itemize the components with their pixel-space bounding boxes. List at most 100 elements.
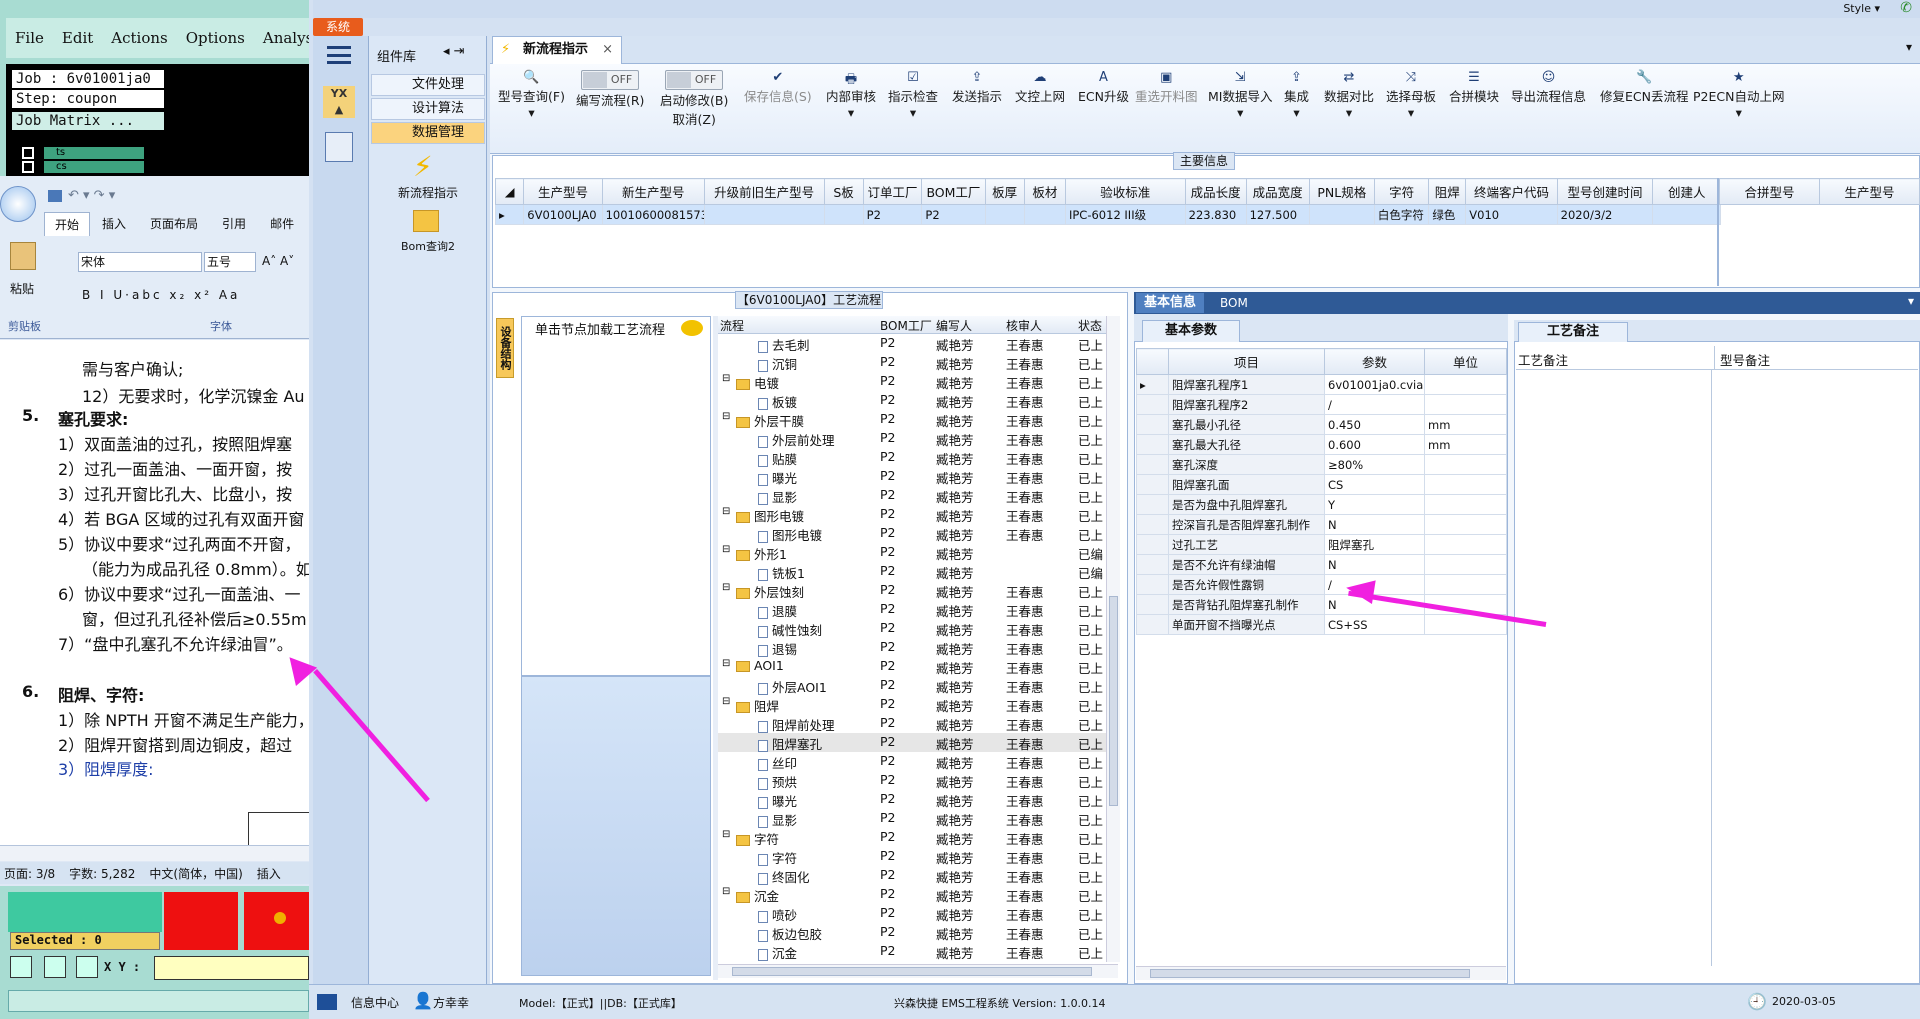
table-cell[interactable]: N — [1324, 554, 1425, 575]
layer-checkbox[interactable] — [22, 147, 34, 159]
integrate-button[interactable]: ⇪ 集成 ▾ — [1284, 70, 1309, 120]
column-header[interactable]: 型号创建时间 — [1556, 178, 1654, 205]
p2ecn-online-button[interactable]: ★ P2ECN自动上网 ▾ — [1693, 70, 1784, 120]
collapse-icon[interactable]: ⊟ — [722, 373, 730, 384]
tree-row[interactable]: AOI1 ⊟ P2 臧艳芳 王春惠 已上 — [718, 657, 1118, 676]
layer-checkbox[interactable] — [22, 161, 34, 173]
table-cell[interactable]: mm — [1424, 414, 1507, 435]
tab-dropdown-icon[interactable]: ▾ — [1906, 40, 1912, 54]
layer-ts[interactable]: ts — [44, 147, 144, 159]
column-header[interactable]: 单位 — [1424, 348, 1507, 375]
folder-icon[interactable] — [413, 210, 439, 232]
collapse-icon[interactable]: ⊟ — [722, 829, 730, 840]
tab-process-remark[interactable]: 工艺备注 — [1518, 322, 1629, 342]
paste-icon[interactable] — [10, 242, 36, 270]
collapse-icon[interactable]: ⊟ — [722, 506, 730, 517]
column-header[interactable]: 生产型号 — [523, 178, 603, 205]
tree-row[interactable]: 外形1 ⊟ P2 臧艳芳 已编 — [718, 543, 1118, 562]
column-header[interactable]: PNL规格 — [1308, 178, 1375, 205]
tree-row[interactable]: 字符 ⊟ P2 臧艳芳 王春惠 已上 — [718, 828, 1118, 847]
merge-col-header[interactable]: 合拼型号 — [1719, 178, 1820, 205]
menu-actions[interactable]: Actions — [102, 29, 176, 47]
tree-row[interactable]: 终固化 P2 臧艳芳 王春惠 已上 — [718, 866, 1118, 885]
tree-row[interactable]: 外层干膜 ⊟ P2 臧艳芳 王春惠 已上 — [718, 410, 1118, 429]
table-cell[interactable]: P2 — [921, 204, 986, 225]
write-flow-toggle[interactable]: OFF — [581, 70, 640, 90]
table-cell[interactable]: 是否背钻孔阻焊塞孔制作 — [1168, 594, 1325, 615]
tab-bom[interactable]: BOM — [1212, 293, 1256, 313]
tree-row[interactable]: 沉金 ⊟ P2 臧艳芳 王春惠 已上 — [718, 885, 1118, 904]
doc-online-button[interactable]: ☁ 文控上网 — [1015, 70, 1065, 105]
lib-item-file[interactable]: 文件处理 — [371, 74, 485, 96]
table-cell[interactable]: 塞孔最大孔径 — [1168, 434, 1325, 455]
save-info-button[interactable]: ✔ 保存信息(S) — [744, 70, 812, 105]
column-header[interactable]: 字符 — [1373, 178, 1430, 205]
column-header[interactable]: BOM工厂 — [921, 178, 986, 205]
table-cell[interactable]: P2 — [862, 204, 923, 225]
table-cell[interactable]: 6v01001ja0.cvia — [1324, 374, 1425, 395]
table-row[interactable]: 塞孔最小孔径 0.450 mm — [1136, 414, 1507, 435]
tree-row[interactable]: 显影 P2 臧艳芳 王春惠 已上 — [718, 486, 1118, 505]
load-process-button[interactable]: 单击节点加载工艺流程 — [523, 318, 709, 344]
collapse-icon[interactable]: ⊟ — [722, 411, 730, 422]
tree-row[interactable]: 退锡 P2 臧艳芳 王春惠 已上 — [718, 638, 1118, 657]
menu-file[interactable]: File — [6, 29, 53, 47]
basic-hscrollbar[interactable] — [1136, 966, 1506, 980]
col-status[interactable]: 状态 — [1078, 317, 1102, 334]
table-cell[interactable]: 单面开窗不挡曝光点 — [1168, 614, 1325, 635]
column-header[interactable]: 新生产型号 — [601, 178, 705, 205]
model-remark-textarea[interactable] — [1714, 370, 1918, 966]
table-cell[interactable]: 0.450 — [1324, 414, 1425, 435]
table-cell[interactable]: N — [1324, 514, 1425, 535]
merge-module-button[interactable]: ☰ 合拼模块 — [1449, 70, 1499, 105]
table-cell[interactable]: 阻焊塞孔程序2 — [1168, 394, 1325, 415]
table-cell[interactable]: 阻焊塞孔程序1 — [1168, 374, 1325, 395]
tree-row[interactable]: 沉铜 P2 臧艳芳 王春惠 已上 — [718, 353, 1118, 372]
table-cell[interactable]: 223.830 — [1184, 204, 1247, 225]
tree-row[interactable]: 板镀 P2 臧艳芳 王春惠 已上 — [718, 391, 1118, 410]
word-hscrollbar[interactable] — [0, 845, 309, 861]
font-name-select[interactable]: 宋体 — [78, 252, 202, 272]
menu-edit[interactable]: Edit — [53, 29, 102, 47]
color-swatch[interactable] — [8, 892, 162, 932]
table-cell[interactable]: 0.600 — [1324, 434, 1425, 455]
process-remark-textarea[interactable] — [1516, 370, 1712, 966]
table-row[interactable]: 是否为盘中孔阻焊塞孔 Y — [1136, 494, 1507, 515]
tab-references[interactable]: 引用 — [210, 212, 258, 236]
tree-hscrollbar[interactable] — [718, 964, 1118, 978]
tree-row[interactable]: 喷砂 P2 臧艳芳 王春惠 已上 — [718, 904, 1118, 923]
table-row[interactable]: ▸ 6V0100LJA0 10010600081573 P2 P2 IPC-6012 II… — [494, 204, 1721, 225]
col-model-remark[interactable]: 型号备注 — [1720, 350, 1770, 369]
tree-row[interactable]: 外层蚀刻 ⊟ P2 臧艳芳 王春惠 已上 — [718, 581, 1118, 600]
info-center-icon[interactable] — [317, 994, 337, 1010]
tree-row[interactable]: 碱性蚀刻 P2 臧艳芳 王春惠 已上 — [718, 619, 1118, 638]
collapse-icon[interactable]: ⊟ — [722, 544, 730, 555]
export-flow-button[interactable]: ☺ 导出流程信息 — [1511, 70, 1586, 105]
table-cell[interactable]: CS+SS — [1324, 614, 1425, 635]
table-cell[interactable]: mm — [1424, 434, 1507, 455]
table-row[interactable]: 塞孔深度 ≥80% — [1136, 454, 1507, 475]
grid-icon[interactable] — [76, 956, 98, 978]
column-header[interactable]: 成品长度 — [1184, 178, 1247, 205]
col-process-remark[interactable]: 工艺备注 — [1518, 350, 1568, 369]
table-cell[interactable]: 白色字符 — [1373, 204, 1430, 225]
tab-basic-params[interactable]: 基本参数 — [1142, 320, 1241, 342]
send-instruction-button[interactable]: ⇪ 发送指示 — [952, 70, 1002, 105]
layer-cs[interactable]: cs — [44, 161, 144, 173]
tab-insert[interactable]: 插入 — [90, 212, 138, 236]
table-cell[interactable]: CS — [1324, 474, 1425, 495]
table-cell[interactable]: 是否不允许有绿油帽 — [1168, 554, 1325, 575]
col-reviewer[interactable]: 核审人 — [1006, 317, 1042, 334]
font-size-select[interactable]: 五号 — [204, 252, 256, 272]
color-swatch[interactable] — [244, 892, 309, 950]
table-cell[interactable] — [1023, 204, 1066, 225]
column-header[interactable]: 升级前旧生产型号 — [703, 178, 825, 205]
table-cell[interactable]: 塞孔最小孔径 — [1168, 414, 1325, 435]
col-bom-factory[interactable]: BOM工厂 — [880, 317, 932, 334]
system-menu[interactable]: 系统 — [313, 18, 363, 36]
tab-layout[interactable]: 页面布局 — [138, 212, 210, 236]
tree-row[interactable]: 外层AOI1 P2 臧艳芳 王春惠 已上 — [718, 676, 1118, 695]
insert-mode[interactable]: 插入 — [257, 865, 281, 882]
table-cell[interactable] — [1424, 494, 1507, 515]
table-cell[interactable] — [1308, 204, 1375, 225]
